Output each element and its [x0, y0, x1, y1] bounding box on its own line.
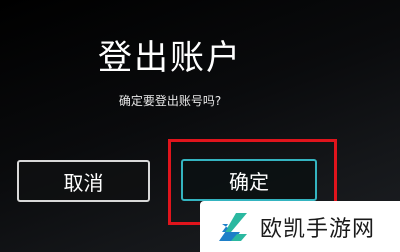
- dialog-title: 登出账户: [98, 38, 242, 78]
- cancel-button[interactable]: 取消: [17, 160, 150, 202]
- logout-dialog: 登出账户 确定要登出账号吗? 取消 确定 欧凯手游网: [0, 0, 400, 252]
- dialog-message: 确定要登出账号吗?: [118, 94, 222, 108]
- oukai-logo-icon: [219, 212, 247, 241]
- watermark-badge: 欧凯手游网: [200, 201, 400, 252]
- watermark-text: 欧凯手游网: [260, 216, 376, 242]
